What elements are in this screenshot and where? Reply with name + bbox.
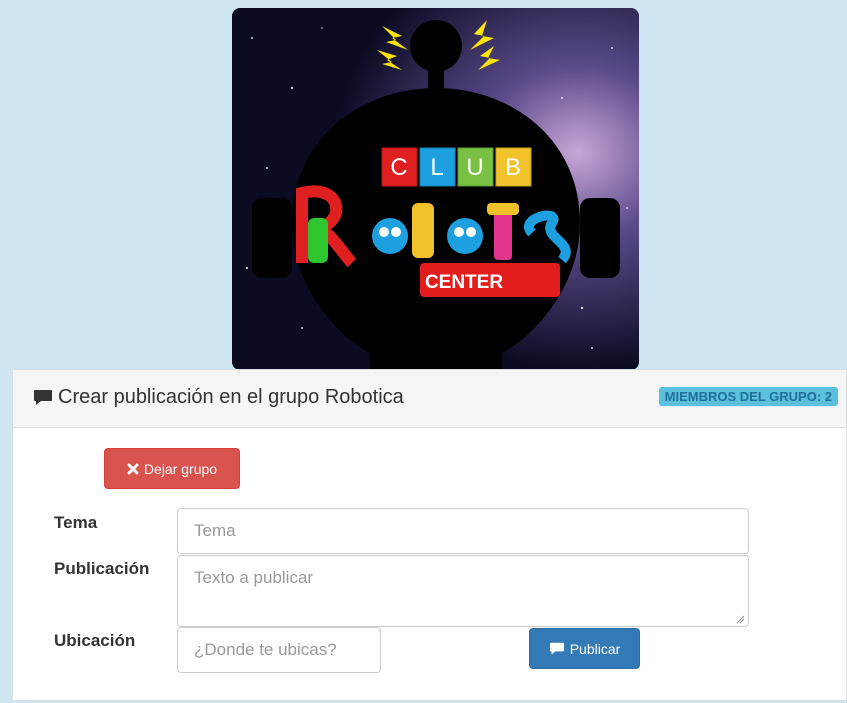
leave-group-button[interactable]: Dejar grupo <box>104 448 240 489</box>
panel-title-text: Crear publicación en el grupo Robotica <box>58 386 404 408</box>
publish-button[interactable]: Publicar <box>529 628 640 669</box>
topic-input[interactable] <box>177 508 749 554</box>
topic-label: Tema <box>54 513 98 532</box>
leave-group-label: Dejar grupo <box>143 460 218 477</box>
comment-icon <box>34 389 52 405</box>
panel-title: Crear publicación en el grupo Robotica <box>33 386 404 409</box>
location-label: Ubicación <box>54 631 136 650</box>
club-robots-logo: C L U B CENTER <box>232 8 639 370</box>
center-tag-text: CENTER <box>425 272 503 293</box>
publish-label: Publicar <box>569 640 621 657</box>
panel-heading: Crear publicación en el grupo Robotica M… <box>13 370 846 428</box>
location-input[interactable] <box>177 627 381 673</box>
tile-letter-c: C <box>390 154 407 181</box>
comment-icon <box>549 642 564 654</box>
tile-letter-l: L <box>430 154 443 181</box>
tile-letter-u: U <box>466 154 483 181</box>
members-badge: MIEMBROS DEL GRUPO: 2 <box>658 387 838 406</box>
create-post-panel: Crear publicación en el grupo Robotica M… <box>12 369 847 701</box>
close-icon <box>127 463 139 474</box>
logo-graphic: C L U B CENTER <box>232 8 639 370</box>
tile-letter-b: B <box>505 154 521 181</box>
post-label: Publicación <box>54 559 150 578</box>
post-textarea[interactable] <box>177 555 749 627</box>
resize-grip-icon[interactable] <box>735 614 745 624</box>
